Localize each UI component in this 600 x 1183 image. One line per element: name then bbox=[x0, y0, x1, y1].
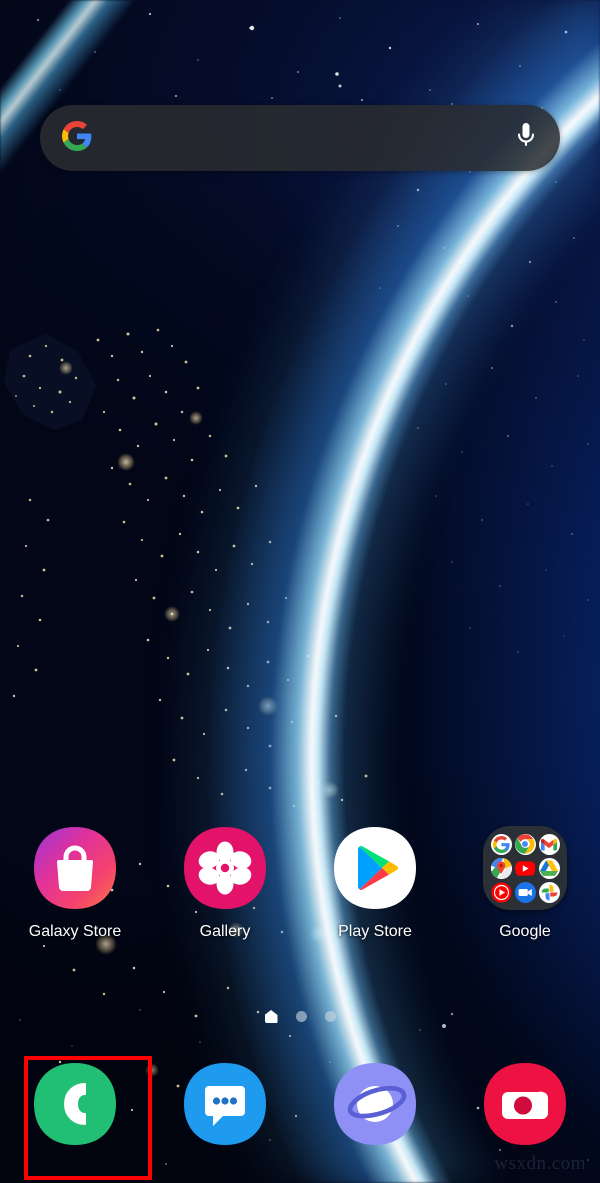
meet-icon bbox=[514, 881, 536, 903]
dock bbox=[0, 1062, 600, 1146]
app-galaxy-store[interactable]: Galaxy Store bbox=[0, 826, 150, 942]
folder-item-drive[interactable] bbox=[538, 857, 560, 879]
dock-app-messages[interactable] bbox=[183, 1062, 267, 1146]
google-search-app-icon bbox=[490, 833, 512, 855]
app-label: Google bbox=[499, 923, 551, 940]
app-grid: Galaxy Store Gallery Play Store Google bbox=[0, 826, 600, 942]
folder-item-photos[interactable] bbox=[538, 881, 560, 903]
chrome-icon bbox=[514, 833, 536, 855]
google-g-icon bbox=[62, 120, 92, 156]
folder-item-gmail[interactable] bbox=[538, 833, 560, 855]
app-label: Play Store bbox=[338, 923, 412, 940]
app-folder-google[interactable]: Google bbox=[450, 826, 600, 942]
google-folder-icon[interactable] bbox=[483, 826, 567, 910]
app-play-store[interactable]: Play Store bbox=[300, 826, 450, 942]
page-indicator-dot-2[interactable] bbox=[295, 1011, 307, 1022]
maps-icon bbox=[490, 857, 512, 879]
app-label: Gallery bbox=[199, 923, 251, 940]
search-input[interactable] bbox=[92, 105, 514, 171]
google-search-bar[interactable] bbox=[40, 105, 560, 171]
page-indicator bbox=[0, 1010, 600, 1023]
youtube-icon bbox=[515, 858, 536, 879]
dock-app-phone[interactable] bbox=[33, 1062, 117, 1146]
app-gallery[interactable]: Gallery bbox=[150, 826, 300, 942]
galaxy-store-icon[interactable] bbox=[33, 826, 117, 910]
folder-item-meet[interactable] bbox=[514, 881, 536, 903]
watermark: wsxdn.com bbox=[494, 1153, 586, 1174]
folder-item-youtube-music[interactable] bbox=[490, 881, 512, 903]
youtube-music-icon bbox=[490, 881, 512, 903]
microphone-icon[interactable] bbox=[514, 121, 538, 156]
app-label: Galaxy Store bbox=[28, 923, 122, 940]
gallery-icon[interactable] bbox=[183, 826, 267, 910]
gmail-icon bbox=[538, 833, 560, 855]
play-store-icon[interactable] bbox=[333, 826, 417, 910]
dock-app-camera[interactable] bbox=[483, 1062, 567, 1146]
drive-icon bbox=[538, 857, 560, 879]
wallpaper-light-streak bbox=[0, 0, 600, 1183]
folder-item-chrome[interactable] bbox=[514, 833, 536, 855]
folder-item-youtube[interactable] bbox=[514, 857, 536, 879]
home-screen: Galaxy Store Gallery Play Store Google w… bbox=[0, 0, 600, 1183]
photos-icon bbox=[538, 881, 560, 903]
folder-item-google-search[interactable] bbox=[490, 833, 512, 855]
dock-app-internet[interactable] bbox=[333, 1062, 417, 1146]
folder-item-maps[interactable] bbox=[490, 857, 512, 879]
page-indicator-home-glyph[interactable] bbox=[264, 1010, 278, 1023]
page-indicator-dot-3[interactable] bbox=[324, 1011, 336, 1022]
